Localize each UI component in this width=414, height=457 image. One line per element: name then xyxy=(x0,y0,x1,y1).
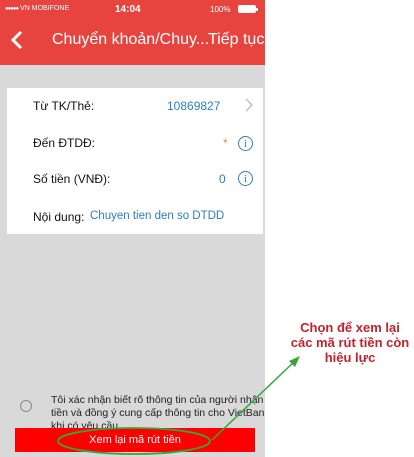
battery-percent: 100% xyxy=(210,5,231,14)
to-phone-row[interactable]: Đến ĐTDĐ: * i xyxy=(7,124,263,160)
to-phone-value: * xyxy=(223,136,228,150)
status-time: 14:04 xyxy=(115,4,141,15)
chevron-right-icon xyxy=(245,98,253,117)
content-value: Chuyen tien den so DTDD xyxy=(90,210,225,222)
from-account-row[interactable]: Từ TK/Thẻ: 10869827 xyxy=(7,88,263,124)
amount-label: Số tiền (VNĐ): xyxy=(33,172,111,186)
back-button[interactable] xyxy=(8,28,28,52)
signal-icon: ●●●●● xyxy=(5,6,19,12)
page-title: Chuyển khoản/Chuy... xyxy=(52,31,210,48)
agreement-radio[interactable] xyxy=(20,400,32,412)
app-header: ●●●●● VN MOBIFONE 14:04 100% Chuyển khoả… xyxy=(0,0,265,65)
info-icon[interactable]: i xyxy=(238,136,253,151)
content-label: Nội dung: xyxy=(33,210,85,224)
info-icon[interactable]: i xyxy=(238,171,253,186)
next-button[interactable]: Tiếp tục xyxy=(208,31,264,49)
battery-icon xyxy=(238,5,258,13)
phone-screen: ●●●●● VN MOBIFONE 14:04 100% Chuyển khoả… xyxy=(0,0,265,457)
view-withdraw-codes-button[interactable]: Xem lại mã rút tiền xyxy=(15,428,255,452)
chevron-left-icon xyxy=(10,30,23,50)
carrier-name: VN MOBIFONE xyxy=(20,5,70,12)
carrier-label: ●●●●● VN MOBIFONE xyxy=(5,5,69,12)
status-bar: ●●●●● VN MOBIFONE 14:04 100% xyxy=(0,0,265,20)
annotation-callout: Chọn để xem lại các mã rút tiền còn hiệu… xyxy=(290,320,410,365)
from-account-label: Từ TK/Thẻ: xyxy=(33,99,95,113)
amount-row[interactable]: Số tiền (VNĐ): 0 i xyxy=(7,162,263,198)
from-account-value: 10869827 xyxy=(167,99,221,113)
to-phone-label: Đến ĐTDĐ: xyxy=(33,136,96,150)
content-row[interactable]: Nội dung: Chuyen tien den so DTDD xyxy=(7,198,263,234)
amount-value: 0 xyxy=(219,172,226,186)
transfer-form: Từ TK/Thẻ: 10869827 Đến ĐTDĐ: * i Số tiề… xyxy=(7,88,263,234)
